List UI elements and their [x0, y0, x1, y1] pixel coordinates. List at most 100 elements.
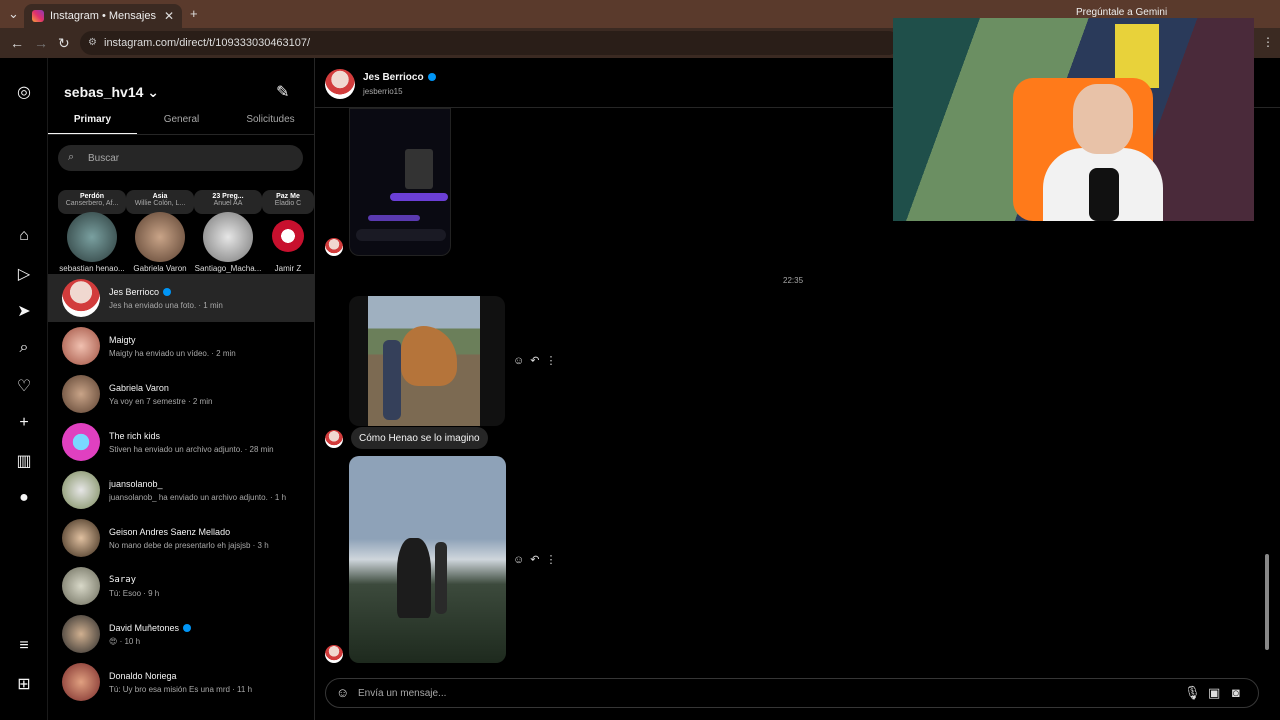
- note-item[interactable]: 23 Preg... Anuel AA Santiago_Macha...: [194, 190, 262, 273]
- note-item[interactable]: Paz Me Eladio C Jamir Z: [262, 190, 314, 273]
- note-subtitle: Eladio C: [274, 200, 302, 207]
- note-bubble: 23 Preg... Anuel AA: [194, 190, 262, 214]
- reels-icon[interactable]: ▷: [14, 264, 34, 284]
- note-title: Paz Me: [276, 193, 300, 200]
- browser-tab[interactable]: Instagram • Mensajes ✕: [24, 4, 182, 28]
- conversation-list: Jes Berrioco Jes ha enviado una foto. · 1…: [48, 274, 314, 706]
- conversation-item[interactable]: Donaldo Noriega Tú: Uy bro esa misión Es …: [48, 658, 314, 706]
- more-icon[interactable]: ⊞: [14, 674, 34, 694]
- avatar: [62, 615, 100, 653]
- emoji-icon[interactable]: ☺: [336, 685, 349, 700]
- url-text: instagram.com/direct/t/109333030463107/: [104, 37, 311, 49]
- avatar: [62, 327, 100, 365]
- note-title: 23 Preg...: [212, 193, 244, 200]
- more-options-icon[interactable]: ⋮: [545, 554, 562, 566]
- back-icon[interactable]: ←: [10, 35, 24, 51]
- close-tab-icon[interactable]: ✕: [164, 9, 174, 23]
- create-icon[interactable]: +: [14, 413, 34, 433]
- verified-badge-icon: [183, 624, 192, 633]
- reply-icon[interactable]: ↶: [530, 355, 545, 367]
- url-field[interactable]: ⚙ instagram.com/direct/t/109333030463107…: [80, 31, 900, 55]
- sticker-icon[interactable]: ◙: [1232, 685, 1240, 700]
- conversation-preview: Tú: Esoo · 9 h: [109, 588, 160, 598]
- verified-badge-icon: [427, 73, 436, 82]
- avatar: [62, 663, 100, 701]
- avatar[interactable]: [325, 69, 355, 99]
- heart-icon[interactable]: ♡: [14, 376, 34, 396]
- message-input[interactable]: ☺ Envía un mensaje... 🎙 ▣ ◙: [325, 678, 1259, 708]
- avatar: [325, 645, 343, 663]
- note-name: Gabriela Varon: [133, 264, 187, 273]
- menu-icon[interactable]: ≡: [14, 636, 34, 656]
- scrollbar[interactable]: [1263, 58, 1271, 720]
- gemini-button[interactable]: Pregúntale a Gemini: [1076, 7, 1167, 18]
- conversation-item[interactable]: Gabriela Varon Ya voy en 7 semestre · 2 m…: [48, 370, 314, 418]
- webcam-microphone: [1089, 168, 1119, 221]
- note-subtitle: Canserbero, Af...: [65, 200, 119, 207]
- reply-icon[interactable]: ↶: [530, 554, 545, 566]
- profile-icon[interactable]: ●: [14, 488, 34, 508]
- conversation-preview: juansolanob_ ha enviado un archivo adjun…: [109, 492, 287, 502]
- account-switcher[interactable]: sebas_hv14 ⌄: [64, 84, 159, 101]
- tab-primary[interactable]: Primary: [48, 114, 137, 134]
- new-tab-icon[interactable]: +: [190, 6, 198, 21]
- conversation-item[interactable]: Saray Tú: Esoo · 9 h: [48, 562, 314, 610]
- reload-icon[interactable]: ↻: [58, 35, 70, 52]
- avatar: [62, 471, 100, 509]
- note-name: Santiago_Macha...: [194, 264, 262, 273]
- tab-title: Instagram • Mensajes: [50, 10, 156, 22]
- webcam-face: [1073, 84, 1133, 154]
- note-item[interactable]: Perdón Canserbero, Af... sebastian henao.…: [58, 190, 126, 273]
- image-upload-icon[interactable]: ▣: [1208, 685, 1220, 701]
- conversation-item[interactable]: Geison Andres Saenz Mellado No mano debe …: [48, 514, 314, 562]
- react-icon[interactable]: ☺: [513, 355, 530, 367]
- site-info-icon[interactable]: ⚙: [88, 37, 97, 48]
- note-subtitle: Willie Colón, L...: [134, 200, 186, 207]
- avatar: [62, 519, 100, 557]
- search-placeholder: Buscar: [88, 152, 120, 164]
- conversation-name: Maigty: [109, 334, 136, 345]
- search-icon[interactable]: ⌕: [14, 338, 34, 358]
- conversation-item[interactable]: Maigty Maigty ha enviado un vídeo. · 2 mi…: [48, 322, 314, 370]
- conversation-item[interactable]: juansolanob_ juansolanob_ ha enviado un a…: [48, 466, 314, 514]
- conversation-preview: Maigty ha enviado un vídeo. · 2 min: [109, 348, 236, 358]
- inbox-tabs: Primary General Solicitudes: [48, 114, 314, 134]
- photo-person: [435, 542, 447, 614]
- message-actions: ☺↶⋮: [513, 553, 562, 566]
- new-message-icon[interactable]: ✎: [276, 82, 289, 102]
- chevron-down-icon: ⌄: [147, 84, 160, 100]
- tab-general[interactable]: General: [137, 114, 226, 134]
- tab-requests[interactable]: Solicitudes: [226, 114, 314, 134]
- microphone-icon[interactable]: 🎙: [1184, 685, 1201, 701]
- photo-message[interactable]: [349, 296, 505, 426]
- message-placeholder: Envía un mensaje...: [358, 687, 447, 699]
- more-options-icon[interactable]: ⋮: [545, 355, 562, 367]
- conversation-item[interactable]: Jes Berrioco Jes ha enviado una foto. · 1…: [48, 274, 314, 322]
- note-item[interactable]: Asia Willie Colón, L... Gabriela Varon: [126, 190, 194, 273]
- react-icon[interactable]: ☺: [513, 554, 530, 566]
- direct-icon[interactable]: ➤: [14, 301, 34, 321]
- conversation-item[interactable]: The rich kids Stiven ha enviado un archiv…: [48, 418, 314, 466]
- tab-list-icon[interactable]: ⌄: [8, 6, 19, 22]
- note-bubble: Perdón Canserbero, Af...: [58, 190, 126, 214]
- tab-divider: [48, 134, 314, 135]
- conversation-preview: Tú: Uy bro esa misión Es una mrd · 11 h: [109, 684, 253, 694]
- conversation-name: David Muñetones: [109, 622, 180, 633]
- message-bubble[interactable]: Cómo Henao se lo imagino: [351, 427, 488, 449]
- message-actions: ☺↶⋮: [513, 354, 562, 367]
- chat-title[interactable]: Jes Berrioco: [363, 72, 436, 83]
- photo-message[interactable]: [349, 456, 506, 663]
- search-input[interactable]: ⌕ Buscar: [58, 145, 303, 171]
- conversation-name: The rich kids: [109, 430, 161, 441]
- screenshot-image[interactable]: [349, 108, 451, 256]
- forward-icon[interactable]: →: [34, 35, 48, 51]
- instagram-logo-icon[interactable]: ◎: [14, 82, 34, 102]
- home-icon[interactable]: ⌂: [14, 226, 34, 246]
- conversation-item[interactable]: David Muñetones 😍 · 10 h: [48, 610, 314, 658]
- scrollbar-thumb[interactable]: [1265, 554, 1269, 650]
- verified-badge-icon: [163, 288, 172, 297]
- conversation-name: Donaldo Noriega: [109, 670, 177, 681]
- photo-man: [383, 340, 401, 420]
- browser-menu-icon[interactable]: ⋮: [1262, 35, 1274, 49]
- dashboard-icon[interactable]: ▥: [14, 451, 34, 471]
